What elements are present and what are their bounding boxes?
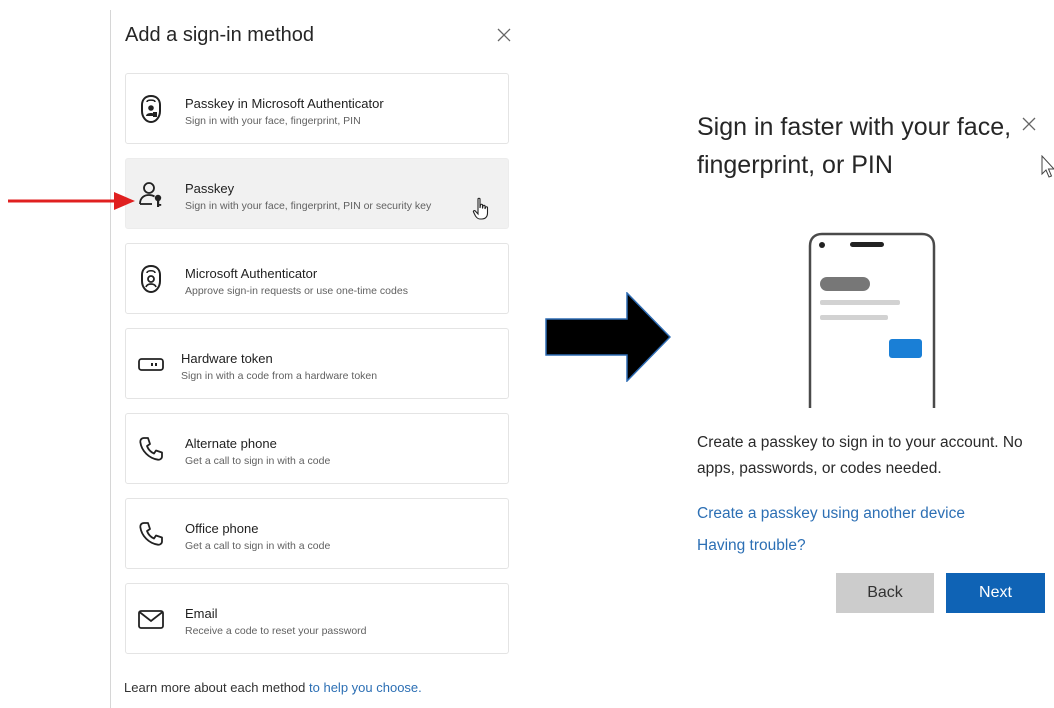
method-title: Email — [185, 606, 218, 621]
hardware-token-icon — [136, 349, 166, 379]
dialog-title: Sign in faster with your face, fingerpri… — [697, 113, 1012, 179]
phone-illustration-icon — [808, 232, 936, 408]
help-choose-link[interactable]: to help you choose. — [309, 680, 422, 695]
method-title: Hardware token — [181, 351, 273, 366]
method-title: Microsoft Authenticator — [185, 266, 318, 281]
having-trouble-link[interactable]: Having trouble? — [697, 537, 806, 555]
close-icon — [1022, 117, 1036, 131]
close-button[interactable] — [1018, 113, 1040, 135]
panel-title: Add a sign-in method — [125, 24, 315, 46]
method-alternate-phone[interactable]: Alternate phone Get a call to sign in wi… — [125, 413, 509, 484]
method-title: Office phone — [185, 521, 259, 536]
mail-icon — [136, 604, 166, 634]
method-passkey-authenticator[interactable]: Passkey in Microsoft Authenticator Sign … — [125, 73, 509, 144]
phone-icon — [136, 519, 166, 549]
passkey-authenticator-icon — [136, 94, 166, 124]
add-sign-in-method-panel: Add a sign-in method Passkey in Microsof… — [110, 10, 521, 708]
back-button[interactable]: Back — [836, 573, 934, 613]
phone-icon — [136, 434, 166, 464]
method-subtitle: Sign in with a code from a hardware toke… — [181, 370, 378, 382]
learn-more-label: Learn more about each method — [124, 680, 310, 695]
passkey-icon — [136, 179, 166, 209]
method-subtitle: Receive a code to reset your password — [185, 625, 367, 637]
method-title: Passkey in Microsoft Authenticator — [185, 96, 384, 111]
hand-cursor-icon — [472, 197, 489, 220]
authenticator-lock-icon — [136, 264, 166, 294]
method-email[interactable]: Email Receive a code to reset your passw… — [125, 583, 509, 654]
learn-more-text: Learn more about each method to help you… — [124, 680, 422, 695]
method-subtitle: Get a call to sign in with a code — [185, 455, 331, 467]
method-microsoft-authenticator[interactable]: Microsoft Authenticator Approve sign-in … — [125, 243, 509, 314]
method-hardware-token[interactable]: Hardware token Sign in with a code from … — [125, 328, 509, 399]
method-office-phone[interactable]: Office phone Get a call to sign in with … — [125, 498, 509, 569]
close-button[interactable] — [493, 24, 515, 46]
method-subtitle: Get a call to sign in with a code — [185, 540, 331, 552]
dialog-description: Create a passkey to sign in to your acco… — [697, 434, 1023, 477]
next-button[interactable]: Next — [946, 573, 1045, 613]
method-title: Alternate phone — [185, 436, 277, 451]
method-title: Passkey — [185, 181, 235, 196]
red-arrow-icon — [8, 192, 135, 210]
transition-arrow-icon — [545, 292, 671, 382]
method-subtitle: Approve sign-in requests or use one-time… — [185, 285, 408, 297]
create-passkey-another-device-link[interactable]: Create a passkey using another device — [697, 505, 965, 523]
method-subtitle: Sign in with your face, fingerprint, PIN — [185, 115, 361, 127]
close-icon — [497, 28, 511, 42]
mouse-pointer-icon — [1041, 155, 1054, 178]
method-subtitle: Sign in with your face, fingerprint, PIN… — [185, 200, 432, 212]
method-passkey[interactable]: Passkey Sign in with your face, fingerpr… — [125, 158, 509, 229]
